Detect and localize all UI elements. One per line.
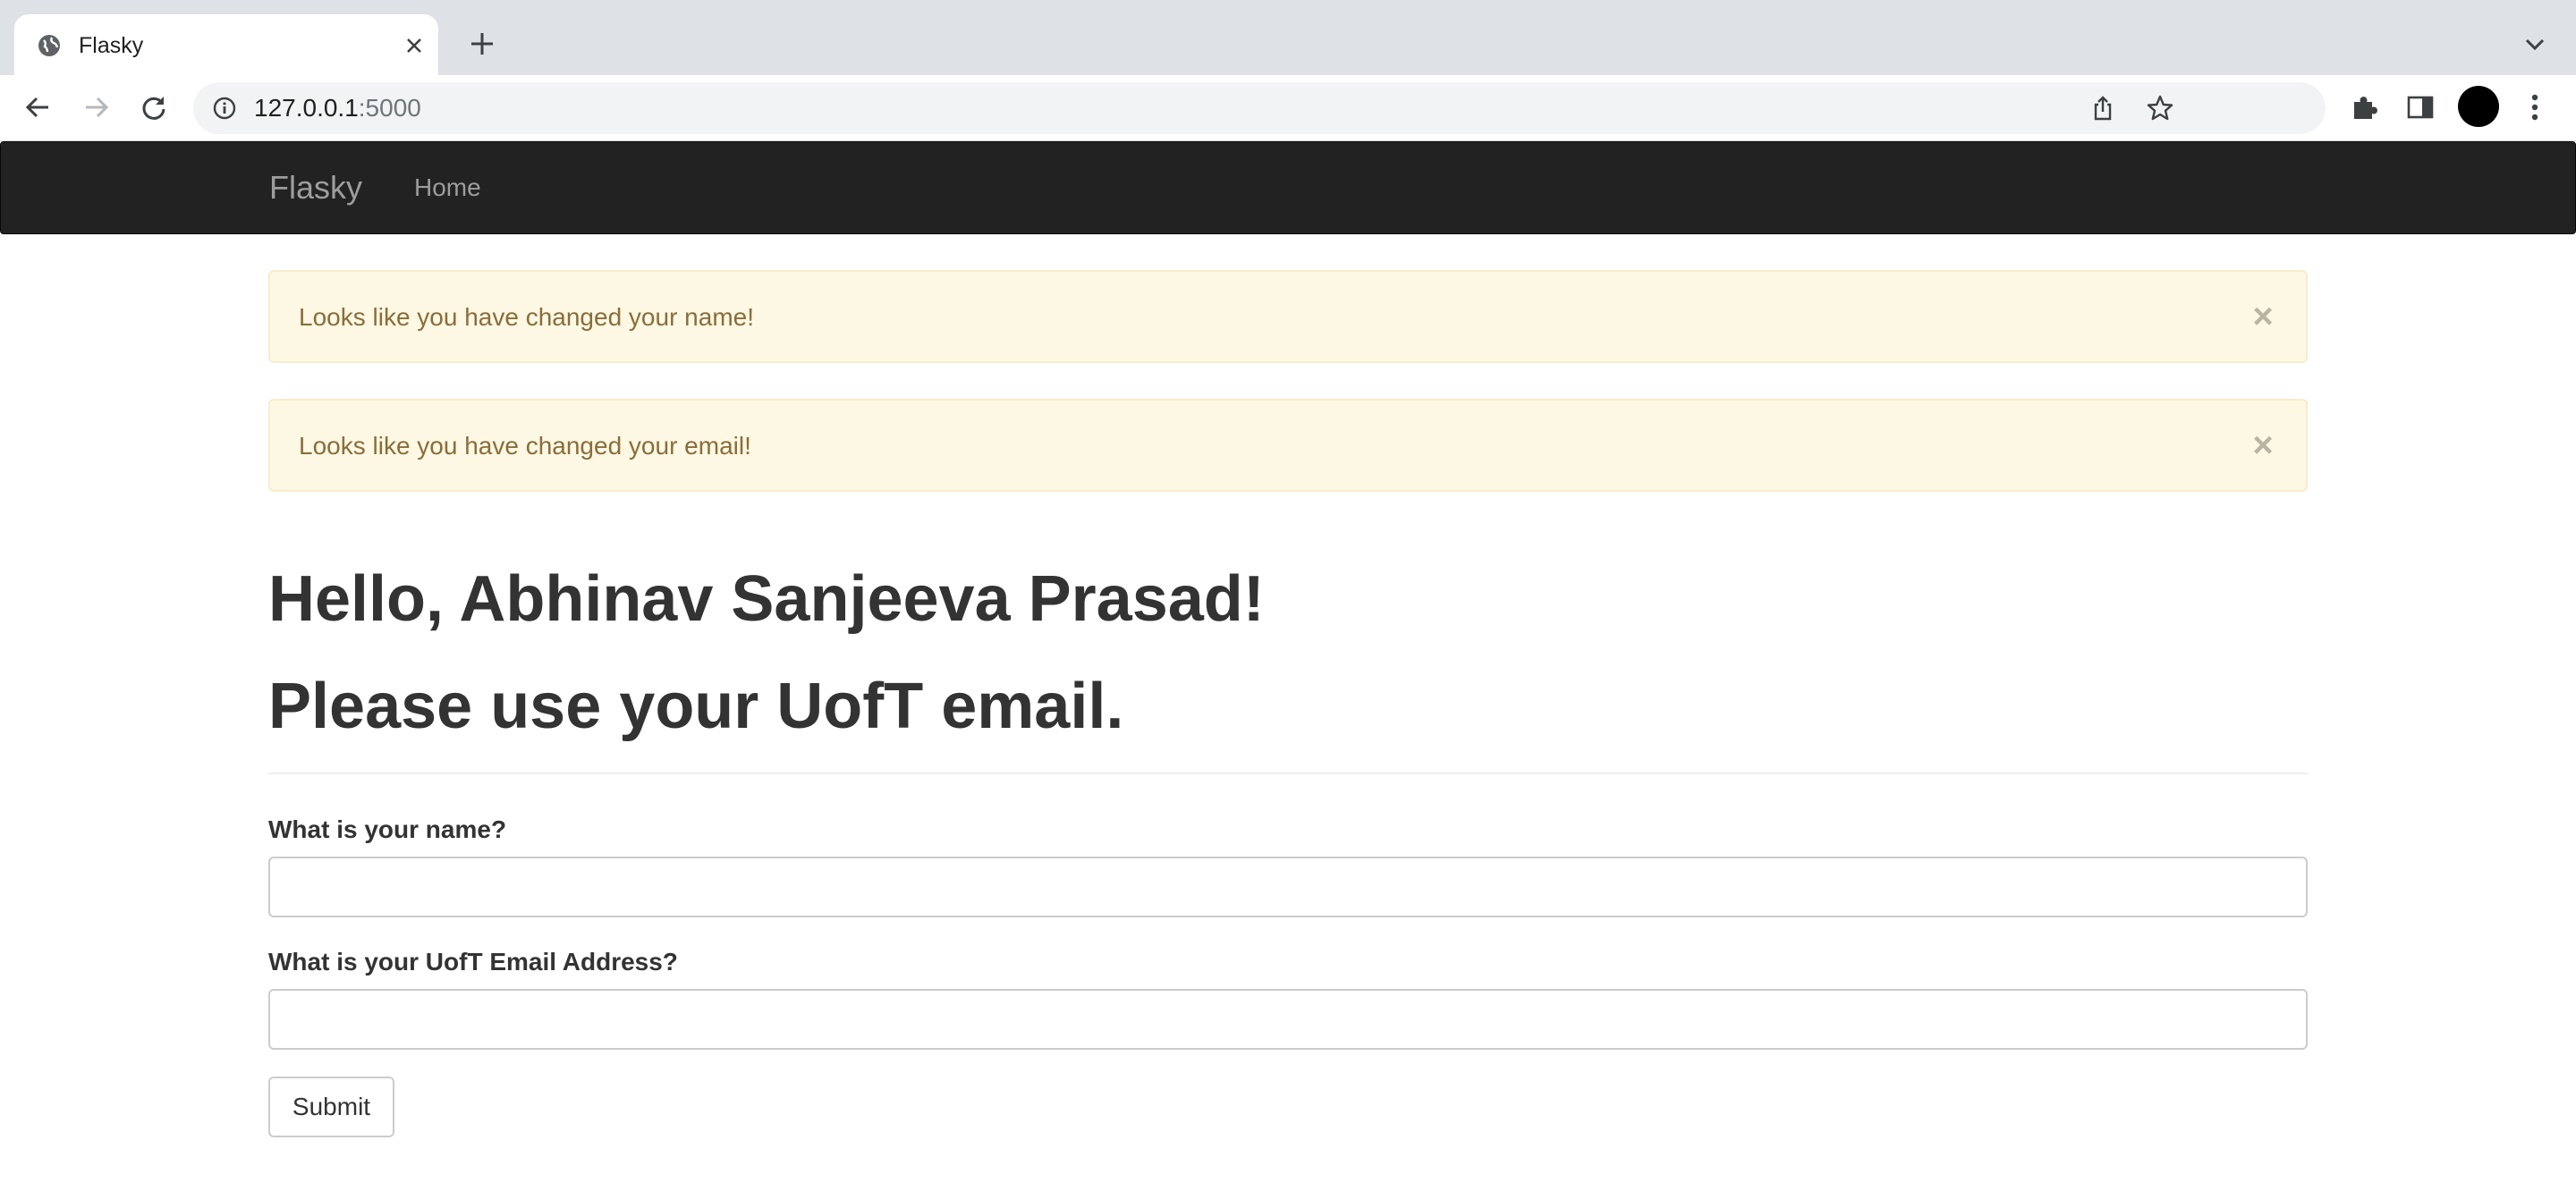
nav-home-link[interactable]: Home [414,173,481,203]
chevron-down-icon[interactable] [2517,27,2553,63]
browser-toolbar: 127.0.0.1:5000 [0,75,2576,141]
browser-tab[interactable]: Flasky [14,14,438,75]
close-icon[interactable]: × [2245,299,2281,334]
flash-alert: Looks like you have changed your email! … [268,399,2308,492]
alert-message: Looks like you have changed your email! [299,432,751,460]
flash-alert: Looks like you have changed your name! × [268,270,2308,363]
kebab-menu-icon[interactable] [2515,88,2555,127]
tab-title: Flasky [79,33,144,58]
profile-avatar[interactable] [2458,86,2499,127]
plus-icon[interactable] [465,27,499,61]
puzzle-icon[interactable] [2345,88,2385,127]
side-panel-icon[interactable] [2401,88,2440,127]
url-host: 127.0.0.1 [254,94,359,122]
globe-icon [36,32,63,59]
submit-button[interactable]: Submit [268,1077,394,1137]
close-icon[interactable] [401,32,428,59]
alert-message: Looks like you have changed your name! [299,303,754,331]
name-label: What is your name? [268,815,507,843]
url-port: :5000 [358,94,421,122]
greeting-heading: Hello, Abhinav Sanjeeva Prasad! [268,563,1265,635]
site-navbar: Flasky Home [0,141,2576,234]
name-input[interactable] [268,857,2308,917]
forward-icon[interactable] [77,88,116,127]
email-input[interactable] [268,989,2308,1050]
page-header-divider [268,773,2308,774]
info-icon[interactable] [211,95,238,122]
back-icon[interactable] [18,88,57,127]
tab-strip: Flasky [0,0,2576,75]
share-icon[interactable] [2086,91,2120,125]
close-icon[interactable]: × [2245,427,2281,463]
reload-icon[interactable] [134,88,174,127]
star-icon[interactable] [2143,91,2177,125]
address-bar[interactable]: 127.0.0.1:5000 [193,82,2326,134]
navbar-brand-link[interactable]: Flasky [269,169,362,207]
url-text: 127.0.0.1:5000 [254,93,421,123]
uoft-email-notice: Please use your UofT email. [268,671,1124,742]
email-label: What is your UofT Email Address? [268,948,678,976]
